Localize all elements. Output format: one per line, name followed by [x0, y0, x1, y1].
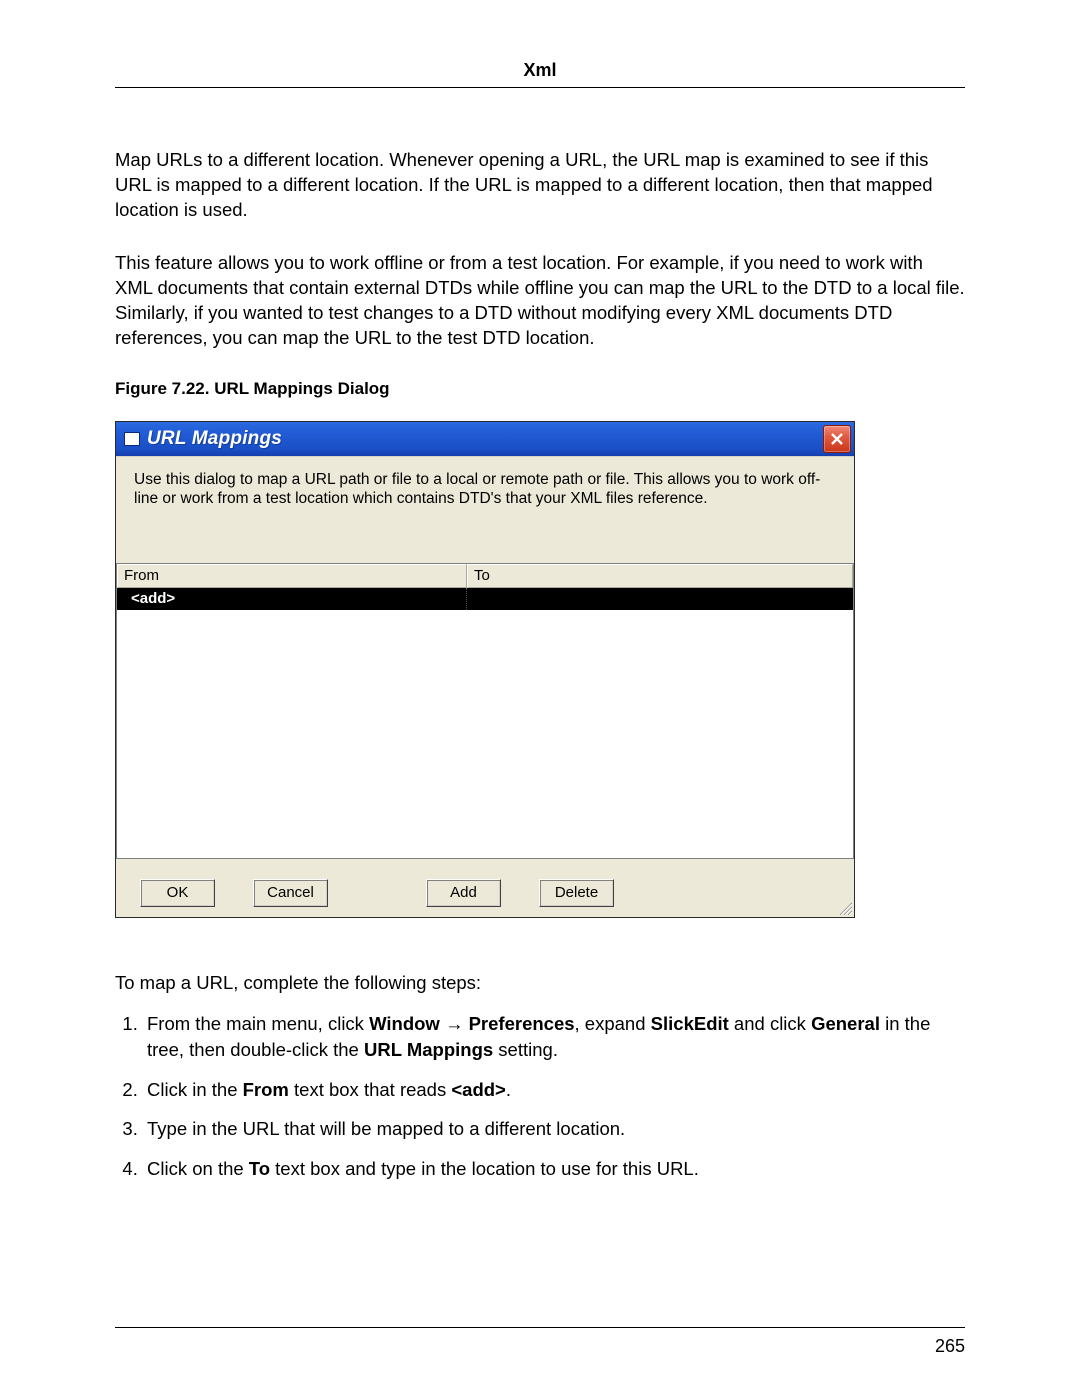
ok-button[interactable]: OK [140, 879, 215, 907]
step-4: Click on the To text box and type in the… [143, 1156, 965, 1182]
intro-paragraph-1: Map URLs to a different location. Whenev… [115, 148, 965, 223]
window-icon [124, 432, 140, 446]
step-3: Type in the URL that will be mapped to a… [143, 1116, 965, 1142]
column-header-to[interactable]: To [467, 564, 853, 588]
page-number: 265 [935, 1336, 965, 1357]
page-footer: 265 [115, 1327, 965, 1357]
dialog-description: Use this dialog to map a URL path or fil… [116, 456, 854, 563]
close-icon [830, 432, 844, 446]
cell-to[interactable] [467, 588, 853, 610]
steps-list: From the main menu, click Window → Prefe… [115, 1011, 965, 1181]
mappings-table[interactable]: From To <add> [116, 563, 854, 859]
add-button[interactable]: Add [426, 879, 501, 907]
steps-lead: To map a URL, complete the following ste… [115, 970, 965, 996]
table-empty-area[interactable] [117, 610, 853, 858]
step-2: Click in the From text box that reads <a… [143, 1077, 965, 1103]
delete-button[interactable]: Delete [539, 879, 614, 907]
page-header-title: Xml [115, 60, 965, 88]
figure-caption: Figure 7.22. URL Mappings Dialog [115, 379, 965, 399]
resize-grip[interactable] [836, 899, 852, 915]
dialog-title: URL Mappings [147, 428, 282, 450]
dialog-button-row: OK Cancel Add Delete [116, 859, 854, 917]
cancel-button[interactable]: Cancel [253, 879, 328, 907]
cell-from[interactable]: <add> [117, 588, 467, 610]
intro-paragraph-2: This feature allows you to work offline … [115, 251, 965, 351]
table-header-row: From To [117, 564, 853, 588]
dialog-titlebar[interactable]: URL Mappings [116, 422, 854, 456]
close-button[interactable] [823, 425, 851, 453]
table-row[interactable]: <add> [117, 588, 853, 610]
column-header-from[interactable]: From [117, 564, 467, 588]
step-1: From the main menu, click Window → Prefe… [143, 1011, 965, 1062]
url-mappings-dialog: URL Mappings Use this dialog to map a UR… [115, 421, 855, 918]
